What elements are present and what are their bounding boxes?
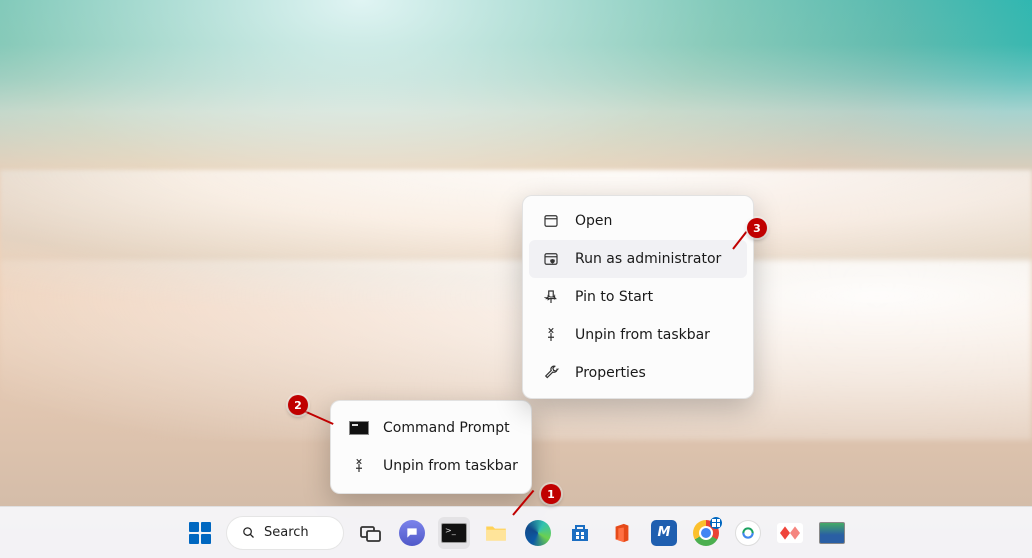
- annotation-badge-2: 2: [288, 395, 308, 415]
- jump-item-label: Unpin from taskbar: [383, 458, 518, 474]
- pin-icon: [541, 287, 561, 307]
- anydesk-button[interactable]: [774, 517, 806, 549]
- file-explorer-button[interactable]: [480, 517, 512, 549]
- jump-item-label: Command Prompt: [383, 420, 510, 436]
- image-viewer-icon: [819, 522, 845, 544]
- annotation-badge-3: 3: [747, 218, 767, 238]
- start-button[interactable]: [184, 517, 216, 549]
- menu-run-as-administrator[interactable]: Run as administrator: [529, 240, 747, 278]
- edge-button[interactable]: [522, 517, 554, 549]
- unpin-icon: [541, 325, 561, 345]
- chat-icon: [399, 520, 425, 546]
- image-viewer-button[interactable]: [816, 517, 848, 549]
- annotation-badge-1: 1: [541, 484, 561, 504]
- jump-item-command-prompt[interactable]: Command Prompt: [337, 409, 525, 447]
- menu-open[interactable]: Open: [529, 202, 747, 240]
- anydesk-icon: [777, 523, 803, 543]
- office-icon: [611, 521, 633, 545]
- search-icon: [241, 525, 256, 540]
- search-label: Search: [264, 525, 309, 540]
- unpin-icon: [349, 456, 369, 476]
- edge-icon: [525, 520, 551, 546]
- app-m-button[interactable]: M: [648, 517, 680, 549]
- taskbar-search[interactable]: Search: [226, 516, 344, 550]
- task-view-button[interactable]: [354, 517, 386, 549]
- jump-item-unpin-from-taskbar[interactable]: Unpin from taskbar: [337, 447, 525, 485]
- store-icon: [568, 521, 592, 545]
- menu-unpin-from-taskbar[interactable]: Unpin from taskbar: [529, 316, 747, 354]
- menu-item-label: Pin to Start: [575, 289, 653, 305]
- context-menu: Open Run as administrator Pin to Start U…: [522, 195, 754, 399]
- menu-item-label: Unpin from taskbar: [575, 327, 710, 343]
- window-icon: [541, 211, 561, 231]
- properties-icon: [541, 363, 561, 383]
- admin-shield-icon: [541, 249, 561, 269]
- taskbar: Search >_ M: [0, 506, 1032, 558]
- command-prompt-icon: >_: [441, 523, 467, 543]
- remote-app-icon: [735, 520, 761, 546]
- command-prompt-button[interactable]: >_: [438, 517, 470, 549]
- menu-item-label: Open: [575, 213, 612, 229]
- menu-item-label: Properties: [575, 365, 646, 381]
- folder-icon: [483, 520, 509, 546]
- windows-logo-icon: [189, 522, 211, 544]
- chrome-icon: [693, 520, 719, 546]
- taskbar-jump-list: Command Prompt Unpin from taskbar: [330, 400, 532, 494]
- menu-properties[interactable]: Properties: [529, 354, 747, 392]
- menu-item-label: Run as administrator: [575, 251, 721, 267]
- app-m-icon: M: [651, 520, 677, 546]
- office-button[interactable]: [606, 517, 638, 549]
- microsoft-store-button[interactable]: [564, 517, 596, 549]
- remote-app-button[interactable]: [732, 517, 764, 549]
- task-view-icon: [358, 521, 382, 545]
- chat-button[interactable]: [396, 517, 428, 549]
- menu-pin-to-start[interactable]: Pin to Start: [529, 278, 747, 316]
- chrome-button[interactable]: [690, 517, 722, 549]
- command-prompt-icon: [349, 418, 369, 438]
